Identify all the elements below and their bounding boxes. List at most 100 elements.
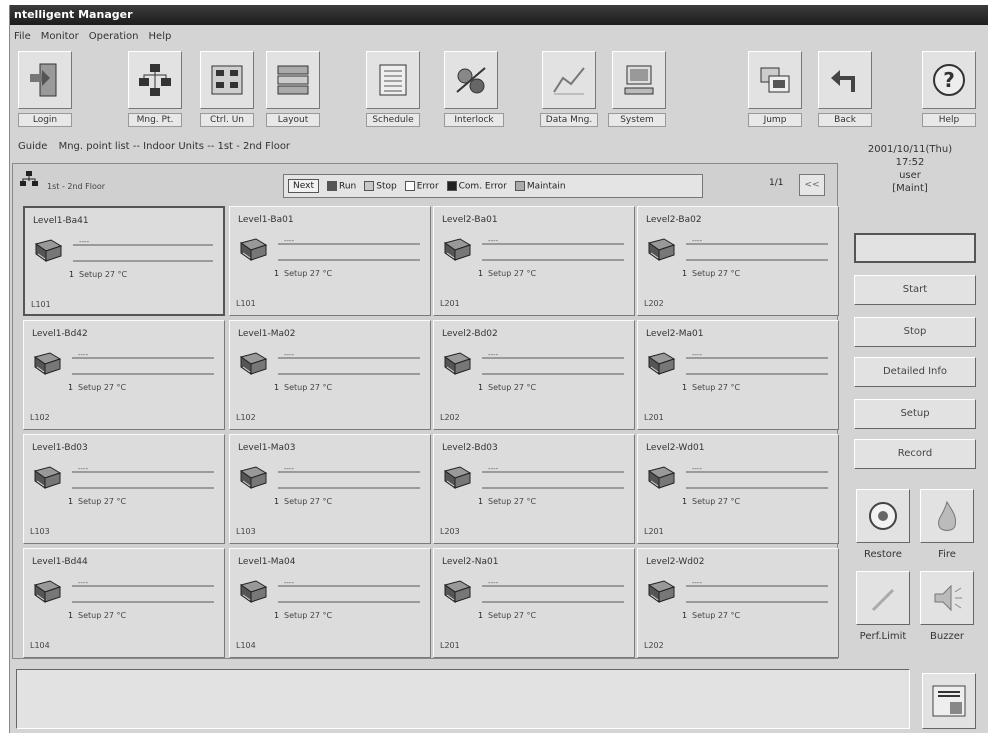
indoor-unit-tile[interactable]: Level1-Ma03 ---- 1 Setup 27 °C L103 — [229, 434, 431, 544]
setup-button[interactable]: Setup — [854, 399, 976, 429]
ctrl-unit-label: Ctrl. Un — [200, 113, 254, 127]
unit-value: ---- — [488, 351, 499, 359]
menu-operation[interactable]: Operation — [89, 27, 139, 47]
indoor-unit-tile[interactable]: Level1-Bd03 ---- 1 Setup 27 °C L103 — [23, 434, 225, 544]
menu-file[interactable]: File — [14, 27, 31, 47]
unit-setpoint: Setup 27 °C — [78, 383, 127, 392]
unit-value: ---- — [284, 579, 295, 587]
unit-address: L202 — [644, 299, 664, 308]
indoor-unit-tile[interactable]: Level1-Bd42 ---- 1 Setup 27 °C L102 — [23, 320, 225, 430]
indoor-unit-icon — [647, 580, 676, 603]
login-icon — [30, 63, 57, 97]
indoor-unit-tile[interactable]: Level1-Ma02 ---- 1 Setup 27 °C L102 — [229, 320, 431, 430]
indoor-unit-tile[interactable]: Level1-Ba01 ---- 1 Setup 27 °C L101 — [229, 206, 431, 316]
ctrl-unit-button[interactable] — [200, 51, 254, 109]
unit-divider — [278, 259, 420, 261]
indoor-unit-tile[interactable]: Level2-Ba02 ---- 1 Setup 27 °C L202 — [637, 206, 839, 316]
unit-number: 1 — [682, 383, 688, 392]
indoor-unit-tile[interactable]: Level1-Ba41 ---- 1 Setup 27 °C L101 — [23, 206, 225, 316]
unit-setpoint: Setup 27 °C — [284, 611, 333, 620]
indoor-unit-tile[interactable]: Level2-Wd01 ---- 1 Setup 27 °C L201 — [637, 434, 839, 544]
calendar-button[interactable] — [922, 673, 976, 729]
system-button[interactable] — [612, 51, 666, 109]
perf-limit-button[interactable] — [856, 571, 910, 625]
unit-number: 1 — [682, 611, 688, 620]
unit-value: ---- — [488, 465, 499, 473]
help-label: Help — [922, 113, 976, 127]
indoor-unit-tile[interactable]: Level1-Bd44 ---- 1 Setup 27 °C L104 — [23, 548, 225, 658]
jump-button[interactable] — [748, 51, 802, 109]
indoor-unit-tile[interactable]: Level1-Ma04 ---- 1 Setup 27 °C L104 — [229, 548, 431, 658]
unit-address: L201 — [440, 299, 460, 308]
indoor-unit-icon — [239, 352, 268, 375]
buzzer-button[interactable] — [920, 571, 974, 625]
menu-monitor[interactable]: Monitor — [41, 27, 79, 47]
indoor-unit-tile[interactable]: Level2-Bd02 ---- 1 Setup 27 °C L202 — [433, 320, 635, 430]
unit-number: 1 — [478, 269, 484, 278]
indoor-unit-tile[interactable]: Level2-Bd03 ---- 1 Setup 27 °C L203 — [433, 434, 635, 544]
unit-divider — [686, 259, 828, 261]
status-message-area — [16, 669, 910, 729]
indoor-unit-icon — [239, 238, 268, 261]
data-mng-button[interactable] — [542, 51, 596, 109]
schedule-button[interactable] — [366, 51, 420, 109]
unit-name: Level1-Ma04 — [238, 557, 296, 567]
app-window: ntelligent Manager File Monitor Operatio… — [9, 5, 988, 733]
fire-button[interactable] — [920, 489, 974, 543]
indoor-unit-tile[interactable]: Level2-Ba01 ---- 1 Setup 27 °C L201 — [433, 206, 635, 316]
legend-run: Run — [326, 180, 356, 191]
data-graph-icon — [553, 67, 585, 95]
unit-name: Level2-Na01 — [442, 557, 499, 567]
unit-divider — [482, 471, 624, 473]
blank-top-button[interactable] — [854, 233, 976, 263]
unit-value: ---- — [692, 351, 703, 359]
unit-number: 1 — [274, 497, 280, 506]
layout-button[interactable] — [266, 51, 320, 109]
unit-number: 1 — [274, 269, 280, 278]
restore-label: Restore — [864, 549, 902, 560]
unit-divider — [278, 373, 420, 375]
mng-pt-button[interactable] — [128, 51, 182, 109]
indoor-unit-tile[interactable]: Level2-Wd02 ---- 1 Setup 27 °C L202 — [637, 548, 839, 658]
page-prev-button[interactable]: << — [799, 174, 825, 196]
next-button[interactable]: Next — [288, 179, 319, 193]
restore-button[interactable] — [856, 489, 910, 543]
unit-name: Level1-Bd03 — [32, 443, 88, 453]
menu-bar: File Monitor Operation Help — [10, 27, 171, 47]
unit-value: ---- — [78, 579, 89, 587]
floor-icon — [20, 171, 38, 186]
unit-name: Level2-Wd02 — [646, 557, 705, 567]
network-icon — [139, 64, 171, 96]
back-label: Back — [818, 113, 872, 127]
unit-divider — [72, 585, 214, 587]
login-button[interactable] — [18, 51, 72, 109]
detailed-info-button[interactable]: Detailed Info — [854, 357, 976, 387]
perf-limit-label: Perf.Limit — [859, 631, 907, 642]
stop-button[interactable]: Stop — [854, 317, 976, 347]
indoor-units-panel: 1st - 2nd Floor Next Run Stop Error Com.… — [12, 163, 839, 659]
fire-label: Fire — [938, 549, 956, 560]
unit-name: Level1-Bd44 — [32, 557, 88, 567]
indoor-unit-icon — [647, 352, 676, 375]
back-button[interactable] — [818, 51, 872, 109]
unit-setpoint: Setup 27 °C — [284, 383, 333, 392]
record-button[interactable]: Record — [854, 439, 976, 469]
indoor-unit-tile[interactable]: Level2-Ma01 ---- 1 Setup 27 °C L201 — [637, 320, 839, 430]
unit-divider — [278, 357, 420, 359]
interlock-button[interactable] — [444, 51, 498, 109]
unit-divider — [72, 471, 214, 473]
indoor-unit-tile[interactable]: Level2-Na01 ---- 1 Setup 27 °C L201 — [433, 548, 635, 658]
unit-divider — [686, 585, 828, 587]
breadcrumb: Guide Mng. point list -- Indoor Units --… — [18, 141, 290, 152]
start-button[interactable]: Start — [854, 275, 976, 305]
unit-name: Level2-Bd03 — [442, 443, 498, 453]
help-button[interactable]: ? — [922, 51, 976, 109]
menu-help[interactable]: Help — [149, 27, 172, 47]
unit-setpoint: Setup 27 °C — [692, 383, 741, 392]
indoor-unit-icon — [443, 238, 472, 261]
unit-divider — [686, 471, 828, 473]
unit-value: ---- — [488, 579, 499, 587]
unit-setpoint: Setup 27 °C — [488, 611, 537, 620]
unit-divider — [72, 357, 214, 359]
system-label: System — [608, 113, 666, 127]
